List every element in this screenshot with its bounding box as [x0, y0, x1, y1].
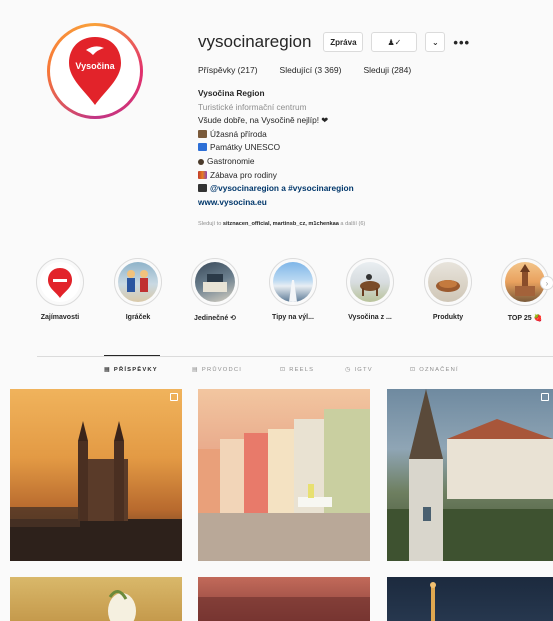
clapper-icon	[198, 184, 207, 193]
post-thumbnail[interactable]	[198, 577, 370, 621]
highlight-item[interactable]: Igráček	[103, 258, 173, 321]
post-thumbnail[interactable]	[10, 577, 182, 621]
chevron-right-icon[interactable]: ›	[540, 276, 553, 290]
tagged-icon: ⊡	[410, 367, 417, 373]
highlight-label: Igráček	[125, 314, 151, 321]
reels-icon: ⊡	[280, 367, 287, 373]
family-icon	[198, 170, 207, 179]
profile-tabs: ▦ PŘÍSPĚVKY ▤ PRŮVODCI ⊡ REELS ◷ IGTV ⊡ OZNAČ…	[0, 366, 553, 378]
message-button[interactable]: Zpráva	[323, 32, 364, 52]
bio-line-gastro: Gastronomie	[198, 155, 354, 169]
profile-bio: Vysočina Region Turistické informační ce…	[198, 87, 354, 209]
igtv-icon: ◷	[345, 367, 352, 373]
followed-by[interactable]: Sledují to sitznacen_official, martinsb_…	[198, 221, 365, 227]
posts-grid-icon: ▦	[104, 367, 111, 373]
hashtag-link[interactable]: @vysocinaregion a #vysocinaregion	[210, 183, 354, 193]
tab-tagged[interactable]: ⊡ OZNAČENÍ	[410, 366, 459, 374]
more-options-icon[interactable]: •••	[453, 35, 470, 50]
tab-igtv[interactable]: ◷ IGTV	[345, 366, 373, 374]
highlight-item[interactable]: Produkty	[413, 258, 483, 321]
website-link[interactable]: www.vysocina.eu	[198, 196, 354, 210]
highlight-label: Jedinečné ⟲	[193, 315, 237, 322]
info-icon	[198, 143, 207, 152]
followers-count[interactable]: Sledující (3 369)	[280, 65, 342, 75]
bio-name: Vysočina Region	[198, 88, 265, 98]
tabs-divider	[37, 356, 553, 357]
bio-line-family: Zábava pro rodiny	[198, 169, 354, 183]
active-tab-indicator	[104, 355, 160, 356]
profile-stats: Příspěvky (217) Sledující (3 369) Sleduj…	[198, 65, 433, 75]
highlight-cover	[273, 262, 313, 302]
highlight-label: Zajímavosti	[40, 314, 80, 321]
highlight-item[interactable]: Tipy na výl...	[258, 258, 328, 321]
highlight-cover	[505, 262, 545, 302]
tab-reels[interactable]: ⊡ REELS	[280, 366, 314, 374]
food-icon	[198, 158, 204, 165]
highlight-cover	[118, 262, 158, 302]
vysocina-logo: Vysočina	[54, 30, 136, 112]
guides-icon: ▤	[192, 367, 199, 373]
story-highlights: Zajímavosti Igráček Jedinečné ⟲ Tipy na …	[0, 258, 553, 328]
bio-category: Turistické informační centrum	[198, 101, 307, 112]
highlight-item[interactable]: Zajímavosti	[25, 258, 95, 321]
highlight-item[interactable]: Vysočina z ...	[335, 258, 405, 321]
highlight-cover	[195, 262, 235, 302]
post-thumbnail[interactable]	[10, 389, 182, 561]
highlight-cover	[350, 262, 390, 302]
multi-image-icon	[170, 393, 178, 401]
post-thumbnail[interactable]	[387, 577, 553, 621]
highlight-label: Vysočina z ...	[348, 314, 392, 321]
highlight-item[interactable]: Jedinečné ⟲	[180, 258, 250, 322]
following-button[interactable]: ♟✓	[371, 32, 418, 52]
highlight-label: TOP 25 🍓	[507, 315, 543, 322]
highlight-cover	[428, 262, 468, 302]
highlight-cover	[40, 262, 80, 302]
suggestions-dropdown-button[interactable]: ⌄	[425, 32, 446, 52]
bio-tagline: Všude dobře, na Vysočině nejlíp! ❤	[198, 115, 329, 126]
tab-posts[interactable]: ▦ PŘÍSPĚVKY	[104, 366, 158, 374]
username: vysocinaregion	[198, 32, 312, 51]
highlight-item[interactable]: TOP 25 🍓	[490, 258, 553, 322]
post-thumbnail[interactable]	[198, 389, 370, 561]
multi-image-icon	[541, 393, 549, 401]
bio-line-hashtags: @vysocinaregion a #vysocinaregion	[198, 182, 354, 196]
profile-avatar[interactable]: Vysočina	[47, 23, 143, 119]
following-count[interactable]: Sleduji (284)	[363, 65, 411, 75]
highlight-label: Produkty	[432, 314, 464, 321]
highlight-label: Tipy na výl...	[272, 314, 314, 321]
post-thumbnail[interactable]	[387, 389, 553, 561]
bio-line-unesco: Památky UNESCO	[198, 141, 354, 155]
profile-header-row: vysocinaregion Zpráva ♟✓ ⌄ •••	[198, 30, 470, 54]
hiker-icon	[198, 129, 207, 138]
posts-count[interactable]: Příspěvky (217)	[198, 65, 258, 75]
bio-line-nature: Úžasná příroda	[198, 128, 354, 142]
logo-text: Vysočina	[75, 61, 115, 71]
tab-guides[interactable]: ▤ PRŮVODCI	[192, 366, 242, 374]
